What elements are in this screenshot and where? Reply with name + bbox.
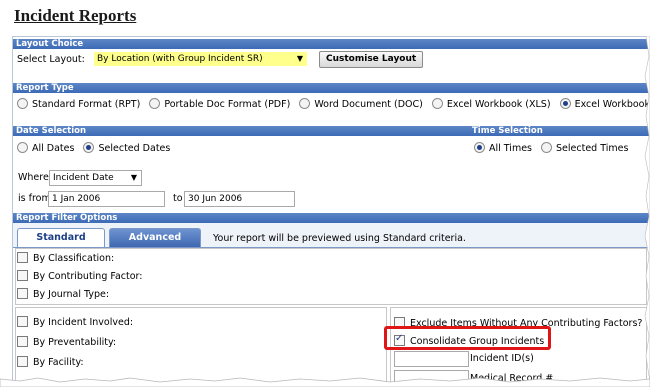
customise-layout-button[interactable]: Customise Layout	[319, 51, 424, 68]
incident-id-input[interactable]	[394, 351, 469, 367]
checkbox-icon	[17, 316, 28, 327]
filter-journal-type-label: By Journal Type:	[33, 289, 110, 300]
filter-header: Report Filter Options	[13, 213, 649, 223]
date-selection-title: Date Selection	[16, 126, 87, 136]
select-layout-label: Select Layout:	[17, 54, 85, 65]
radio-pdf[interactable]: Portable Doc Format (PDF)	[149, 98, 291, 110]
highlight-callout	[384, 326, 551, 350]
radio-selected-icon	[83, 142, 95, 153]
radio-selected-dates[interactable]: Selected Dates	[83, 142, 171, 154]
where-label: Where	[18, 172, 49, 183]
to-date-input[interactable]: 30 Jun 2006	[184, 191, 295, 207]
torn-right-edge	[644, 36, 650, 376]
checkbox-icon	[17, 336, 28, 347]
time-mode: All Times Selected Times	[474, 142, 628, 154]
radio-icon	[541, 142, 553, 153]
radio-selected-times[interactable]: Selected Times	[541, 142, 629, 154]
radio-rpt[interactable]: Standard Format (RPT)	[17, 98, 141, 110]
tab-advanced[interactable]: Advanced	[109, 228, 201, 247]
selected-times-label: Selected Times	[556, 143, 629, 154]
radio-all-dates[interactable]: All Dates	[17, 142, 75, 154]
filter-classification[interactable]: By Classification:	[17, 251, 114, 266]
incident-id-label: Incident ID(s)	[470, 353, 534, 364]
to-label: to	[173, 193, 183, 204]
report-type-header: Report Type	[13, 83, 649, 93]
filter-preventability[interactable]: By Preventability:	[17, 335, 116, 350]
radio-pdf-label: Portable Doc Format (PDF)	[164, 99, 291, 110]
radio-selected-icon	[474, 142, 485, 153]
date-field-select[interactable]: Incident Date ▼	[49, 170, 142, 186]
page-title: Incident Reports	[14, 6, 137, 25]
tab-standard[interactable]: Standard	[17, 228, 105, 247]
checkbox-icon	[17, 356, 28, 367]
filter-contributing-factor[interactable]: By Contributing Factor:	[17, 269, 143, 284]
report-type-options: Standard Format (RPT) Portable Doc Forma…	[17, 98, 650, 110]
date-mode: All Dates Selected Dates	[17, 142, 170, 154]
filter-incident-involved-label: By Incident Involved:	[33, 317, 134, 328]
date-selection-header: Date Selection Time Selection	[13, 126, 649, 136]
chevron-down-icon: ▼	[296, 54, 303, 63]
radio-doc-label: Word Document (DOC)	[314, 99, 423, 110]
filter-preventability-label: By Preventability:	[33, 337, 117, 348]
radio-rpt-label: Standard Format (RPT)	[32, 99, 141, 110]
radio-icon	[17, 98, 28, 109]
radio-icon	[149, 98, 161, 109]
is-from-label: is from	[18, 193, 51, 204]
report-form: Layout Choice Select Layout: By Location…	[12, 36, 650, 384]
filter-classification-label: By Classification:	[33, 253, 115, 264]
checkbox-icon	[17, 270, 28, 281]
all-dates-label: All Dates	[32, 143, 75, 154]
chevron-down-icon: ▼	[130, 173, 137, 182]
checkbox-icon	[17, 252, 28, 263]
radio-selected-icon	[559, 98, 571, 109]
preview-note: Your report will be previewed using Stan…	[213, 233, 466, 244]
filter-contributing-factor-label: By Contributing Factor:	[33, 271, 143, 282]
layout-choice-header: Layout Choice	[13, 39, 649, 49]
radio-excel-label: Excel Workbook	[574, 99, 650, 110]
torn-edge	[0, 377, 650, 387]
time-selection-title: Time Selection	[472, 126, 543, 136]
radio-doc[interactable]: Word Document (DOC)	[299, 98, 423, 110]
radio-icon	[17, 142, 28, 153]
date-field-value: Incident Date	[53, 173, 114, 183]
layout-select[interactable]: By Location (with Group Incident SR) ▼	[94, 52, 307, 66]
radio-all-times[interactable]: All Times	[474, 142, 532, 154]
checkbox-icon	[17, 288, 28, 299]
filter-facility[interactable]: By Facility:	[17, 355, 84, 370]
filter-journal-type[interactable]: By Journal Type:	[17, 287, 109, 302]
radio-xls[interactable]: Excel Workbook (XLS)	[431, 98, 551, 110]
selected-dates-label: Selected Dates	[98, 143, 171, 154]
filter-facility-label: By Facility:	[33, 357, 84, 368]
all-times-label: All Times	[489, 143, 532, 154]
filter-incident-involved[interactable]: By Incident Involved:	[17, 315, 133, 330]
radio-excel-workbook[interactable]: Excel Workbook	[559, 98, 650, 110]
layout-select-value: By Location (with Group Incident SR)	[97, 54, 263, 64]
radio-xls-label: Excel Workbook (XLS)	[446, 99, 551, 110]
radio-icon	[431, 98, 443, 109]
radio-icon	[299, 98, 311, 109]
from-date-input[interactable]: 1 Jan 2006	[48, 191, 165, 207]
